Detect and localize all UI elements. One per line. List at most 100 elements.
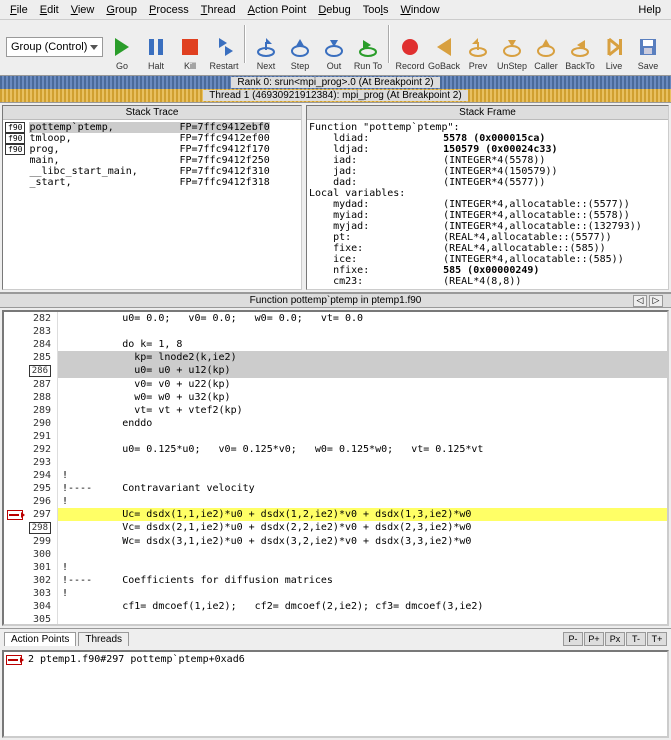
source-line[interactable]: 288 w0= w0 + u32(kp): [4, 391, 667, 404]
source-line[interactable]: 290 enddo: [4, 417, 667, 430]
menu-tools[interactable]: Tools: [357, 2, 395, 18]
source-line[interactable]: 303!: [4, 587, 667, 600]
step-button[interactable]: Step: [283, 35, 317, 71]
menu-group[interactable]: Group: [100, 2, 143, 18]
source-line[interactable]: 297 Uc= dsdx(1,1,ie2)*u0 + dsdx(1,2,ie2)…: [4, 508, 667, 521]
goback-icon: [432, 35, 456, 59]
source-line[interactable]: 291: [4, 430, 667, 443]
source-line[interactable]: 304 cf1= dmcoef(1,ie2); cf2= dmcoef(2,ie…: [4, 600, 667, 613]
step-icon: [288, 35, 312, 59]
source-view[interactable]: 282 u0= 0.0; v0= 0.0; w0= 0.0; vt= 0.028…: [2, 310, 669, 626]
tab-threads[interactable]: Threads: [78, 632, 129, 646]
source-line[interactable]: 292 u0= 0.125*u0; v0= 0.125*v0; w0= 0.12…: [4, 443, 667, 456]
runto-button[interactable]: Run To: [351, 35, 385, 71]
caller-icon: [534, 35, 558, 59]
btn-p-plus[interactable]: P+: [584, 632, 604, 646]
source-line[interactable]: 283: [4, 325, 667, 338]
menu-thread[interactable]: Thread: [195, 2, 242, 18]
prev-button[interactable]: Prev: [461, 35, 495, 71]
menu-view[interactable]: View: [65, 2, 101, 18]
stack-frame-title: Stack Frame: [307, 106, 668, 120]
stack-trace-row[interactable]: f90tmloop,FP=7ffc9412ef00: [5, 133, 299, 144]
backto-button[interactable]: BackTo: [563, 35, 597, 71]
chevron-down-icon: [90, 45, 98, 50]
runto-label: Run To: [354, 61, 382, 71]
halt-button[interactable]: Halt: [139, 35, 173, 71]
halt-label: Halt: [148, 61, 164, 71]
source-line[interactable]: 301!: [4, 561, 667, 574]
bottom-tab-bar: Action Points Threads P- P+ Px T- T+: [0, 628, 671, 648]
record-button[interactable]: Record: [393, 35, 427, 71]
source-line[interactable]: 293: [4, 456, 667, 469]
halt-icon: [144, 35, 168, 59]
menu-bar: File Edit View Group Process Thread Acti…: [0, 0, 671, 20]
action-points-view[interactable]: 2 ptemp1.f90#297 pottemp`ptemp+0xad6: [2, 650, 669, 738]
source-line[interactable]: 285 kp= lnode2(k,ie2): [4, 351, 667, 364]
menu-process[interactable]: Process: [143, 2, 195, 18]
stack-trace-row[interactable]: f90pottemp`ptemp,FP=7ffc9412ebf0: [5, 122, 299, 133]
source-line[interactable]: 296!: [4, 495, 667, 508]
source-line[interactable]: 289 vt= vt + vtef2(kp): [4, 404, 667, 417]
stack-trace-row[interactable]: f90main,FP=7ffc9412f250: [5, 155, 299, 166]
source-line[interactable]: 282 u0= 0.0; v0= 0.0; w0= 0.0; vt= 0.0: [4, 312, 667, 325]
source-title-bar: Function pottemp`ptemp in ptemp1.f90 ◁ ▷: [0, 293, 671, 308]
group-selector[interactable]: Group (Control): [6, 37, 103, 57]
caller-button[interactable]: Caller: [529, 35, 563, 71]
out-button[interactable]: Out: [317, 35, 351, 71]
stack-trace-row[interactable]: f90_start,FP=7ffc9412f318: [5, 177, 299, 188]
source-line[interactable]: 305: [4, 613, 667, 626]
runto-icon: [356, 35, 380, 59]
source-line[interactable]: 295!---- Contravariant velocity: [4, 482, 667, 495]
backto-label: BackTo: [565, 61, 595, 71]
restart-icon: [212, 35, 236, 59]
unstep-label: UnStep: [497, 61, 527, 71]
source-line[interactable]: 286 u0= u0 + u12(kp): [4, 364, 667, 378]
stack-trace-row[interactable]: f90prog,FP=7ffc9412f170: [5, 144, 299, 155]
menu-debug[interactable]: Debug: [312, 2, 356, 18]
btn-t-plus[interactable]: T+: [647, 632, 667, 646]
go-icon: [110, 35, 134, 59]
breakpoint-icon: [7, 510, 23, 520]
menu-window[interactable]: Window: [394, 2, 445, 18]
live-button[interactable]: Live: [597, 35, 631, 71]
stack-trace-pane: Stack Trace f90pottemp`ptemp,FP=7ffc9412…: [2, 105, 302, 290]
nav-back-button[interactable]: ◁: [633, 295, 647, 307]
menu-file[interactable]: File: [4, 2, 34, 18]
unstep-button[interactable]: UnStep: [495, 35, 529, 71]
menu-help[interactable]: Help: [632, 2, 667, 18]
source-line[interactable]: 294!: [4, 469, 667, 482]
menu-action-point[interactable]: Action Point: [242, 2, 313, 18]
menu-edit[interactable]: Edit: [34, 2, 65, 18]
goback-button[interactable]: GoBack: [427, 35, 461, 71]
stack-trace-body[interactable]: f90pottemp`ptemp,FP=7ffc9412ebf0f90tmloo…: [3, 120, 301, 289]
save-button[interactable]: Save: [631, 35, 665, 71]
stack-frame-body[interactable]: Function "pottemp`ptemp": ldiad:5578 (0x…: [307, 120, 668, 289]
source-line[interactable]: 299 Wc= dsdx(3,1,ie2)*u0 + dsdx(3,2,ie2)…: [4, 535, 667, 548]
stack-frame-pane: Stack Frame Function "pottemp`ptemp": ld…: [306, 105, 669, 290]
group-selector-label: Group (Control): [11, 41, 87, 53]
btn-p-minus[interactable]: P-: [563, 632, 583, 646]
kill-button[interactable]: Kill: [173, 35, 207, 71]
tab-action-points[interactable]: Action Points: [4, 632, 76, 646]
thread-status: Thread 1 (46930921912384): mpi_prog (At …: [0, 89, 671, 102]
go-button[interactable]: Go: [105, 35, 139, 71]
source-line[interactable]: 302!---- Coefficients for diffusion matr…: [4, 574, 667, 587]
caller-label: Caller: [534, 61, 558, 71]
btn-px[interactable]: Px: [605, 632, 625, 646]
source-line[interactable]: 287 v0= v0 + u22(kp): [4, 378, 667, 391]
next-button[interactable]: Next: [249, 35, 283, 71]
kill-label: Kill: [184, 61, 196, 71]
btn-t-minus[interactable]: T-: [626, 632, 646, 646]
restart-button[interactable]: Restart: [207, 35, 241, 71]
out-icon: [322, 35, 346, 59]
live-icon: [602, 35, 626, 59]
record-label: Record: [395, 61, 424, 71]
toolbar: Group (Control) Go Halt Kill Restart Next Ste…: [0, 20, 671, 76]
next-label: Next: [257, 61, 276, 71]
nav-fwd-button[interactable]: ▷: [649, 295, 663, 307]
source-line[interactable]: 298 Vc= dsdx(2,1,ie2)*u0 + dsdx(2,2,ie2)…: [4, 521, 667, 535]
source-line[interactable]: 284 do k= 1, 8: [4, 338, 667, 351]
step-label: Step: [291, 61, 310, 71]
stack-trace-row[interactable]: f90__libc_start_main,FP=7ffc9412f310: [5, 166, 299, 177]
source-line[interactable]: 300: [4, 548, 667, 561]
